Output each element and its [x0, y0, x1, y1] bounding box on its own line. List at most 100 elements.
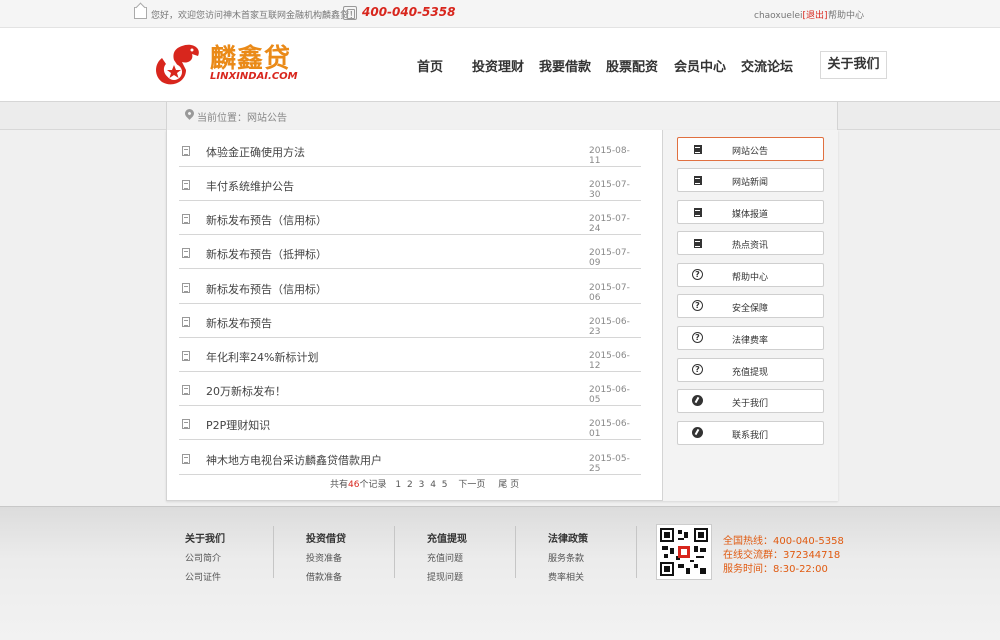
news-item[interactable]: 体验金正确使用方法 2015-08-11	[179, 133, 641, 167]
footer-link[interactable]: 公司证件	[185, 570, 225, 583]
news-title[interactable]: 新标发布预告	[206, 315, 272, 331]
document-icon	[694, 145, 702, 154]
news-title[interactable]: 新标发布预告（信用标）	[206, 281, 327, 297]
page-link[interactable]: 3	[419, 480, 425, 490]
nav-invest[interactable]: 投资理财	[472, 56, 524, 75]
news-title[interactable]: 年化利率24%新标计划	[206, 349, 318, 365]
sidebar-item-label: 法律费率	[732, 336, 769, 346]
help-center-link[interactable]: 帮助中心	[828, 8, 864, 21]
news-item[interactable]: P2P理财知识 2015-06-01	[179, 406, 641, 440]
footer-column-deposit: 充值提现 充值问题 提现问题	[427, 530, 467, 589]
footer-link[interactable]: 公司简介	[185, 551, 225, 564]
sidebar-item-legal-fees[interactable]: ? 法律费率	[677, 326, 824, 350]
qr-code	[656, 524, 712, 580]
document-icon	[182, 454, 190, 464]
news-date: 2015-06-05	[589, 385, 630, 405]
sidebar-item-label: 关于我们	[732, 399, 769, 409]
nav-borrow[interactable]: 我要借款	[539, 56, 591, 75]
nav-about-us[interactable]: 关于我们	[820, 51, 887, 79]
record-count-number: 46	[348, 480, 360, 490]
news-item[interactable]: 丰付系统维护公告 2015-07-30	[179, 167, 641, 201]
logout-link[interactable]: [退出]	[803, 11, 828, 21]
news-title[interactable]: P2P理财知识	[206, 417, 270, 433]
sidebar-item-news[interactable]: 网站新闻	[677, 168, 824, 192]
footer-link[interactable]: 费率相关	[548, 570, 588, 583]
sidebar-item-label: 网站公告	[732, 147, 769, 157]
news-item[interactable]: 年化利率24%新标计划 2015-06-12	[179, 338, 641, 372]
sidebar-item-security[interactable]: ? 安全保障	[677, 294, 824, 318]
site-header: 麟鑫贷 LINXINDAI.COM 首页 投资理财 我要借款 股票配资 会员中心…	[0, 28, 1000, 102]
service-hours-text: 服务时间：8:30-22:00	[723, 564, 828, 575]
footer-link[interactable]: 充值问题	[427, 551, 467, 564]
document-icon	[182, 180, 190, 190]
footer-divider	[273, 526, 274, 578]
nav-forum[interactable]: 交流论坛	[741, 56, 793, 75]
news-date: 2015-06-12	[589, 351, 630, 371]
news-item[interactable]: 神木地方电视台采访麟鑫贷借款用户 2015-05-25	[179, 441, 641, 475]
compass-icon	[692, 427, 703, 438]
news-title[interactable]: 体验金正确使用方法	[206, 144, 305, 160]
news-title[interactable]: 神木地方电视台采访麟鑫贷借款用户	[206, 452, 382, 468]
nav-member-center[interactable]: 会员中心	[674, 56, 726, 75]
footer-heading: 充值提现	[427, 534, 467, 545]
document-icon	[182, 146, 190, 156]
nav-home[interactable]: 首页	[417, 56, 443, 75]
news-item[interactable]: 新标发布预告 2015-06-23	[179, 304, 641, 338]
news-date: 2015-07-24	[589, 214, 630, 234]
news-item[interactable]: 新标发布预告（抵押标） 2015-07-09	[179, 235, 641, 269]
sidebar-item-contact[interactable]: 联系我们	[677, 421, 824, 445]
sidebar-item-deposit-withdraw[interactable]: ? 充值提现	[677, 358, 824, 382]
user-status: chaoxuelei[退出]	[754, 8, 828, 21]
news-date: 2015-06-23	[589, 317, 630, 337]
document-icon	[182, 248, 190, 258]
sidebar-item-label: 联系我们	[732, 431, 769, 441]
footer-link[interactable]: 服务条款	[548, 551, 588, 564]
document-icon	[182, 214, 190, 224]
news-title[interactable]: 丰付系统维护公告	[206, 178, 294, 194]
welcome-text: 您好，欢迎您访问神木首家互联网金融机构麟鑫贷！	[151, 11, 359, 21]
news-item[interactable]: 新标发布预告（信用标） 2015-07-24	[179, 201, 641, 235]
footer-link[interactable]: 借款准备	[306, 570, 346, 583]
qq-group-text: 在线交流群：372344718	[723, 550, 841, 561]
news-item[interactable]: 新标发布预告（信用标） 2015-07-06	[179, 270, 641, 304]
home-icon[interactable]	[134, 7, 147, 19]
sidebar-item-label: 安全保障	[732, 304, 769, 314]
nav-stock-margin[interactable]: 股票配资	[606, 56, 658, 75]
sidebar-item-hot-info[interactable]: 热点资讯	[677, 231, 824, 255]
qr-code-icon	[660, 528, 708, 576]
breadcrumb-text: 当前位置：网站公告	[197, 113, 287, 124]
site-logo[interactable]: 麟鑫贷 LINXINDAI.COM	[152, 36, 322, 92]
sidebar-item-label: 媒体报道	[732, 210, 769, 220]
footer-divider	[515, 526, 516, 578]
footer-link[interactable]: 投资准备	[306, 551, 346, 564]
sidebar-item-about[interactable]: 关于我们	[677, 389, 824, 413]
page-link[interactable]: 2	[407, 480, 413, 490]
footer-heading: 投资借贷	[306, 534, 346, 545]
hotline-number: 400-040-5358	[362, 5, 456, 19]
username-link[interactable]: chaoxuelei	[754, 11, 803, 21]
page-link[interactable]: 5	[442, 480, 448, 490]
brand-name: 麟鑫贷	[210, 44, 292, 74]
footer-heading: 关于我们	[185, 534, 225, 545]
news-item[interactable]: 20万新标发布！ 2015-06-05	[179, 372, 641, 406]
document-icon	[182, 419, 190, 429]
news-date: 2015-06-01	[589, 419, 630, 439]
footer-column-about: 关于我们 公司简介 公司证件	[185, 530, 225, 589]
compass-icon	[692, 395, 703, 406]
news-title[interactable]: 20万新标发布！	[206, 383, 286, 399]
footer-link[interactable]: 提现问题	[427, 570, 467, 583]
page-link[interactable]: 4	[430, 480, 436, 490]
sidebar-item-announcements[interactable]: 网站公告	[677, 137, 824, 161]
top-bar: 您好，欢迎您访问神木首家互联网金融机构麟鑫贷！ 400-040-5358 cha…	[0, 0, 1000, 28]
news-title[interactable]: 新标发布预告（抵押标）	[206, 246, 327, 262]
document-icon	[182, 283, 190, 293]
sidebar-item-media[interactable]: 媒体报道	[677, 200, 824, 224]
news-title[interactable]: 新标发布预告（信用标）	[206, 212, 327, 228]
next-page-link[interactable]: 下一页	[458, 480, 485, 490]
sidebar-item-help[interactable]: ? 帮助中心	[677, 263, 824, 287]
document-icon	[694, 208, 702, 217]
page-link[interactable]: 1	[395, 480, 401, 490]
last-page-link[interactable]: 尾 页	[498, 480, 519, 490]
sidebar-item-label: 网站新闻	[732, 178, 769, 188]
pagination: 共有46个记录 1 2 3 4 5 下一页 尾 页	[330, 477, 524, 490]
